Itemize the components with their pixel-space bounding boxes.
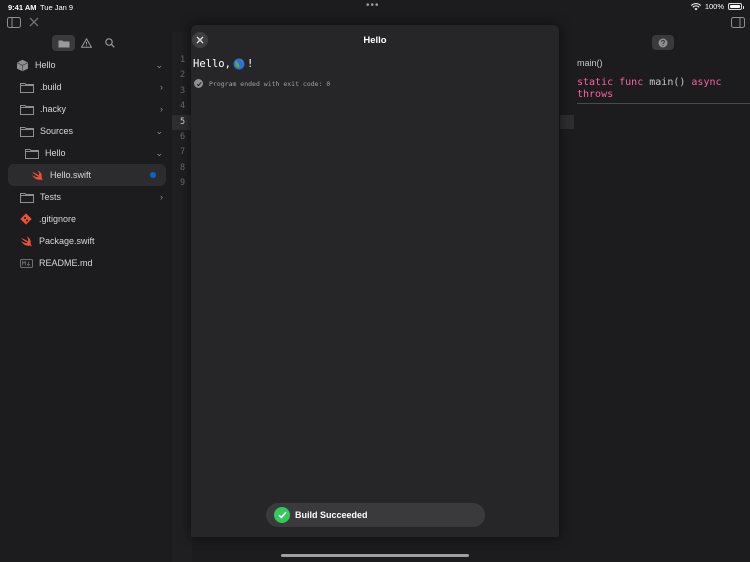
status-date: Tue Jan 9 xyxy=(40,3,74,12)
toast-label: Build Succeeded xyxy=(295,510,368,520)
sheet-title: Hello xyxy=(363,35,387,46)
tree-item-label: Hello xyxy=(45,148,66,158)
code-keyword: throws xyxy=(577,89,614,100)
line-number: 2 xyxy=(180,70,186,80)
exit-text: Program ended with exit code: 0 xyxy=(209,79,331,88)
file-tree: Hello ⌄ .build › .hacky › Sources ⌄ Hell… xyxy=(0,54,172,274)
sidebar-toggle-icon[interactable] xyxy=(6,14,22,30)
tree-item-readme[interactable]: README.md xyxy=(0,252,172,274)
home-indicator[interactable] xyxy=(281,554,469,557)
issues-tab[interactable] xyxy=(75,35,98,51)
line-number-current: 5 xyxy=(180,117,186,127)
tree-item-hacky[interactable]: .hacky › xyxy=(0,98,172,120)
tree-item-label: Sources xyxy=(40,126,74,136)
tree-item-sources[interactable]: Sources ⌄ xyxy=(0,120,172,142)
symbol-declaration: static func main() async throws xyxy=(577,77,747,101)
line-number: 1 xyxy=(180,55,186,65)
checkmark-circle-icon xyxy=(274,507,290,523)
files-tab[interactable] xyxy=(52,35,75,51)
divider xyxy=(577,103,750,104)
output-text: Hello, xyxy=(193,58,231,70)
tree-item-label: .hacky xyxy=(40,104,67,114)
warning-icon xyxy=(81,38,92,48)
tree-item-hello-package[interactable]: Hello ⌄ xyxy=(0,54,172,76)
line-number: 4 xyxy=(180,101,186,111)
battery-icon xyxy=(728,3,744,10)
folder-icon xyxy=(25,147,39,159)
help-button[interactable] xyxy=(652,35,674,50)
status-bar: 9:41 AM Tue Jan 9 ••• 100% xyxy=(0,0,750,14)
code-keyword: static func xyxy=(577,77,644,88)
tree-item-label: .gitignore xyxy=(39,214,77,224)
battery-percent: 100% xyxy=(704,2,724,11)
wifi-icon xyxy=(690,2,701,10)
line-number: 9 xyxy=(180,178,186,188)
tree-item-label: Package.swift xyxy=(39,236,95,246)
chevron-down-icon[interactable]: ⌄ xyxy=(155,148,163,159)
chevron-right-icon[interactable]: › xyxy=(160,104,163,114)
tree-item-label: .build xyxy=(40,82,62,92)
tree-item-package-swift[interactable]: Package.swift xyxy=(0,230,172,252)
tree-item-hello-folder[interactable]: Hello ⌄ xyxy=(0,142,172,164)
line-number: 3 xyxy=(180,86,186,96)
chevron-down-icon[interactable]: ⌄ xyxy=(155,60,163,71)
folder-icon xyxy=(20,191,34,203)
tree-item-build[interactable]: .build › xyxy=(0,76,172,98)
folder-icon xyxy=(58,40,69,47)
tree-item-hello-swift[interactable]: Hello.swift xyxy=(8,164,166,186)
line-number: 7 xyxy=(180,147,186,157)
line-number: 6 xyxy=(180,132,186,142)
checkmark-circle-icon xyxy=(194,79,203,88)
search-tab[interactable] xyxy=(98,35,121,51)
editor-gutter: 1 2 3 4 5 6 7 8 9 xyxy=(172,32,192,562)
build-status-toast: Build Succeeded xyxy=(266,503,485,527)
status-indicators: 100% xyxy=(690,2,744,11)
folder-icon xyxy=(20,103,34,115)
swift-icon xyxy=(30,169,44,181)
code-keyword: async xyxy=(691,77,722,88)
editor-current-line-highlight xyxy=(560,115,574,129)
run-output-sheet: Hello Hello, ! Program ended with exit c… xyxy=(191,25,559,537)
folder-icon xyxy=(20,125,34,137)
code-name: main() xyxy=(643,77,692,88)
package-cube-icon xyxy=(15,59,29,71)
markdown-icon xyxy=(19,257,33,269)
question-icon xyxy=(658,38,668,47)
chevron-right-icon[interactable]: › xyxy=(160,192,163,202)
chevron-down-icon[interactable]: ⌄ xyxy=(155,126,163,137)
inspector-toggle-icon[interactable] xyxy=(730,14,746,30)
folder-icon xyxy=(20,81,34,93)
multitasking-dots[interactable]: ••• xyxy=(366,0,380,11)
exit-status: Program ended with exit code: 0 xyxy=(194,79,330,88)
tree-item-label: Tests xyxy=(40,192,62,202)
chevron-right-icon[interactable]: › xyxy=(160,82,163,92)
output-suffix: ! xyxy=(246,58,254,70)
search-icon xyxy=(104,38,115,48)
tree-item-gitignore[interactable]: .gitignore xyxy=(0,208,172,230)
tree-item-label: Hello.swift xyxy=(50,170,92,180)
tree-item-label: README.md xyxy=(39,258,93,268)
globe-emoji-icon xyxy=(233,58,245,70)
modified-indicator xyxy=(150,172,156,178)
swift-icon xyxy=(19,235,33,247)
tree-item-tests[interactable]: Tests › xyxy=(0,186,172,208)
line-number: 8 xyxy=(180,163,186,173)
console-output: Hello, ! xyxy=(193,58,253,70)
git-icon xyxy=(19,213,33,225)
close-icon[interactable] xyxy=(26,14,42,30)
status-time: 9:41 AM xyxy=(8,3,37,12)
file-navigator: Hello ⌄ .build › .hacky › Sources ⌄ Hell… xyxy=(0,32,172,562)
quick-help-inspector: main() static func main() async throws xyxy=(574,32,750,562)
navigator-tabs xyxy=(52,35,124,51)
tree-item-label: Hello xyxy=(35,60,56,70)
symbol-title: main() xyxy=(577,58,603,68)
